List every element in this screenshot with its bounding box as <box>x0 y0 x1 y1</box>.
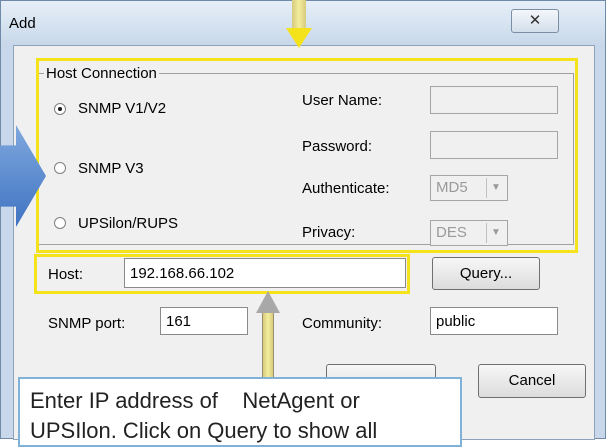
cancel-button[interactable]: Cancel <box>478 364 586 398</box>
snmp-port-label: SNMP port: <box>48 315 126 332</box>
window-title: Add <box>9 15 36 32</box>
up-arrow-icon <box>256 291 280 313</box>
down-arrow-icon <box>286 28 312 48</box>
community-input[interactable] <box>430 307 558 335</box>
host-connection-highlight <box>36 58 578 253</box>
instruction-callout: Enter IP address of NetAgent or UPSIlon. … <box>18 377 462 447</box>
down-arrow-shaft <box>292 0 306 30</box>
up-arrow-shaft <box>262 310 274 380</box>
community-label: Community: <box>302 315 383 332</box>
query-button[interactable]: Query... <box>432 257 540 290</box>
snmp-port-input[interactable] <box>160 307 248 335</box>
close-icon: ✕ <box>528 12 542 29</box>
close-button[interactable]: ✕ <box>511 9 559 33</box>
host-highlight <box>34 254 410 294</box>
